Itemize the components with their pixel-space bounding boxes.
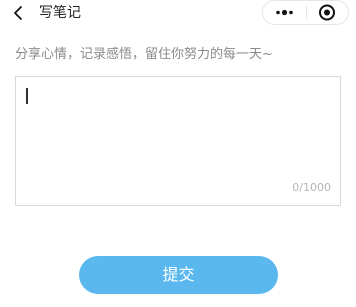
target-circle-icon bbox=[319, 4, 335, 21]
navigation-bar: 写笔记 bbox=[0, 0, 356, 28]
note-hint-text: 分享心情，记录感悟，留住你努力的每一天~ bbox=[15, 47, 273, 62]
close-button[interactable] bbox=[307, 1, 348, 24]
text-cursor bbox=[26, 88, 28, 104]
note-input-box: 0/1000 bbox=[15, 76, 341, 206]
more-button[interactable] bbox=[263, 1, 306, 24]
back-button[interactable] bbox=[10, 4, 28, 22]
chevron-left-icon bbox=[14, 6, 22, 20]
character-counter: 0/1000 bbox=[292, 181, 331, 194]
page-title: 写笔记 bbox=[39, 5, 81, 21]
more-dots-icon bbox=[276, 9, 293, 16]
mini-program-capsule bbox=[262, 0, 349, 25]
submit-button[interactable]: 提交 bbox=[79, 256, 278, 294]
write-note-page: 写笔记 分享心情，记录感悟，留住你努力的每一天~ 0/1000 提交 bbox=[0, 0, 356, 307]
note-textarea[interactable] bbox=[25, 85, 331, 180]
